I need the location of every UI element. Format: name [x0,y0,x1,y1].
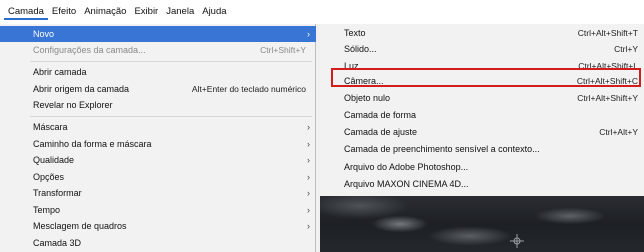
menu-item-label: Abrir origem da camada [33,84,130,94]
chevron-right-icon: › [307,205,310,215]
menu-item-label: Revelar no Explorer [33,100,113,110]
submenu-item-preenchimento-sensivel[interactable]: Camada de preenchimento sensível a conte… [320,140,644,158]
menu-item-shortcut: Ctrl+Shift+Y [260,45,306,55]
submenu-item-label: Objeto nulo [344,93,391,103]
menu-item-mesclagem-quadros[interactable]: Mesclagem de quadros › [0,218,316,234]
menu-item-label: Camada 3D [33,238,82,248]
menu-item-mascara[interactable]: Máscara › [0,119,316,135]
submenu-item-label: Arquivo do Adobe Photoshop... [344,162,469,172]
chevron-right-icon: › [307,122,310,132]
submenu-item-camada-forma[interactable]: Camada de forma [320,106,644,124]
novo-submenu: Texto Ctrl+Alt+Shift+T Sólido... Ctrl+Y … [320,24,644,196]
chevron-right-icon: › [307,172,310,182]
menu-item-tempo[interactable]: Tempo › [0,202,316,218]
chevron-right-icon: › [307,155,310,165]
chevron-right-icon: › [307,188,310,198]
menu-separator [30,116,312,117]
camada-dropdown-menu: Novo › Configurações da camada... Ctrl+S… [0,24,316,252]
submenu-item-label: Arquivo MAXON CINEMA 4D... [344,179,469,189]
submenu-item-label: Camada de preenchimento sensível a conte… [344,144,540,154]
menu-item-label: Tempo [33,205,61,215]
menu-item-shortcut: Alt+Enter do teclado numérico [191,84,306,94]
submenu-item-shortcut: Ctrl+Alt+Y [599,127,638,137]
menu-exibir[interactable]: Exibir [130,4,162,20]
submenu-item-arquivo-cinema4d[interactable]: Arquivo MAXON CINEMA 4D... [320,175,644,193]
submenu-item-camada-ajuste[interactable]: Camada de ajuste Ctrl+Alt+Y [320,123,644,141]
menu-item-label: Máscara [33,122,68,132]
menu-item-configuracoes[interactable]: Configurações da camada... Ctrl+Shift+Y [0,42,316,58]
menu-item-abrir-camada[interactable]: Abrir camada [0,64,316,80]
menu-item-label: Opções [33,172,65,182]
chevron-right-icon: › [307,29,310,39]
menu-camada[interactable]: Camada [4,4,48,20]
menu-item-label: Abrir camada [33,67,87,77]
menu-item-label: Qualidade [33,155,75,165]
submenu-item-solido[interactable]: Sólido... Ctrl+Y [320,40,644,58]
menu-item-label: Caminho da forma e máscara [33,139,152,149]
submenu-item-label: Camada de forma [344,110,417,120]
submenu-item-objeto-nulo[interactable]: Objeto nulo Ctrl+Alt+Shift+Y [320,89,644,107]
menu-item-label: Transformar [33,188,82,198]
menu-item-opcoes[interactable]: Opções › [0,169,316,185]
menu-item-label: Mesclagem de quadros [33,221,127,231]
menu-efeito[interactable]: Efeito [48,4,80,20]
menu-bar: Camada Efeito Animação Exibir Janela Aju… [0,0,644,24]
submenu-item-label: Texto [344,28,366,38]
menu-item-label: Configurações da camada... [33,45,146,55]
menu-item-abrir-origem[interactable]: Abrir origem da camada Alt+Enter do tecl… [0,81,316,97]
chevron-right-icon: › [307,139,310,149]
submenu-item-shortcut: Ctrl+Alt+Shift+Y [577,93,638,103]
menu-item-novo[interactable]: Novo › [0,26,316,42]
submenu-item-label: Camada de ajuste [344,127,418,137]
chevron-right-icon: › [307,221,310,231]
menu-item-revelar-explorer[interactable]: Revelar no Explorer [0,97,316,113]
submenu-item-arquivo-photoshop[interactable]: Arquivo do Adobe Photoshop... [320,158,644,176]
menu-item-label: Novo [33,29,55,39]
menu-item-camada-3d[interactable]: Camada 3D [0,235,316,251]
crosshair-icon [510,234,524,248]
submenu-item-label: Sólido... [344,44,377,54]
menu-janela[interactable]: Janela [162,4,198,20]
composition-viewer [320,196,644,252]
submenu-item-shortcut: Ctrl+Y [614,44,638,54]
menu-item-caminho-forma[interactable]: Caminho da forma e máscara › [0,136,316,152]
menu-item-transformar[interactable]: Transformar › [0,185,316,201]
menu-ajuda[interactable]: Ajuda [198,4,230,20]
menu-item-qualidade[interactable]: Qualidade › [0,152,316,168]
annotation-highlight-box [331,68,641,87]
menu-animacao[interactable]: Animação [80,4,130,20]
menu-separator [30,61,312,62]
